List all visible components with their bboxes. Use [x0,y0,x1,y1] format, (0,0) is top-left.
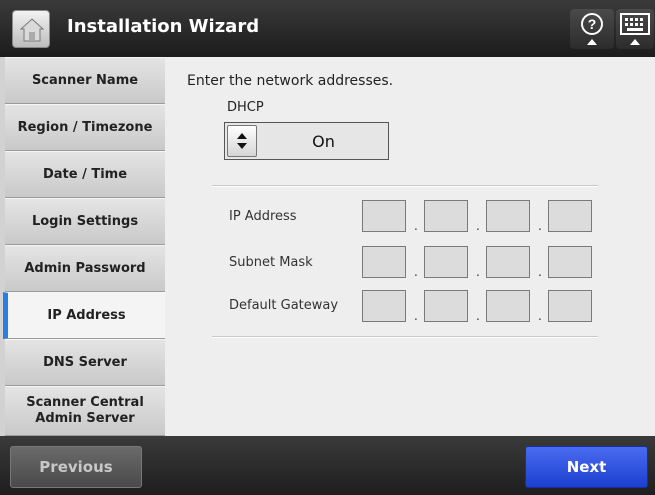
help-icon: ? [581,13,603,45]
divider [212,336,598,338]
keyboard-icon [620,13,650,45]
ip-address-label: IP Address [229,209,297,224]
sidebar-item-label: IP Address [47,307,126,323]
octet-separator: . [476,265,480,279]
page-title: Installation Wizard [67,16,260,37]
home-button[interactable] [12,10,50,48]
up-down-arrows-icon [237,133,247,149]
home-icon [19,18,45,42]
divider [212,185,598,187]
octet-separator: . [414,265,418,279]
keyboard-button[interactable] [616,9,654,49]
default-gateway-octet-3[interactable] [486,290,530,322]
ip-address-octet-1[interactable] [362,200,406,232]
ip-address-octet-4[interactable] [548,200,592,232]
help-button[interactable]: ? [570,9,614,49]
sidebar-item-region-timezone[interactable]: Region / Timezone [5,104,165,151]
sidebar-item-label: Admin Password [24,260,146,276]
dhcp-selector[interactable]: On [224,122,389,160]
octet-separator: . [414,309,418,323]
ip-address-octet-3[interactable] [486,200,530,232]
wizard-steps-sidebar: Scanner Name Region / Timezone Date / Ti… [0,57,165,436]
octet-separator: . [538,309,542,323]
ip-address-octet-2[interactable] [424,200,468,232]
sidebar-item-ip-address[interactable]: IP Address [3,292,165,339]
octet-separator: . [476,309,480,323]
title-bar: Installation Wizard ? [0,0,655,57]
octet-separator: . [476,219,480,233]
sidebar-item-scanner-central-admin-server[interactable]: Scanner Central Admin Server [5,386,165,436]
octet-separator: . [538,265,542,279]
default-gateway-label: Default Gateway [229,298,339,313]
subnet-mask-octet-4[interactable] [548,246,592,278]
sidebar-item-date-time[interactable]: Date / Time [5,151,165,198]
octet-separator: . [538,219,542,233]
default-gateway-octet-1[interactable] [362,290,406,322]
footer-bar: Previous Next [0,436,655,495]
sidebar-item-scanner-name[interactable]: Scanner Name [5,57,165,104]
dhcp-spinner-button[interactable] [227,125,257,157]
sidebar-item-label: Region / Timezone [17,119,153,135]
main-content: Enter the network addresses. DHCP On IP … [165,57,655,436]
sidebar-item-label: Date / Time [42,166,128,182]
sidebar-item-dns-server[interactable]: DNS Server [5,339,165,386]
sidebar-item-admin-password[interactable]: Admin Password [5,245,165,292]
previous-button[interactable]: Previous [10,446,142,488]
subnet-mask-label: Subnet Mask [229,255,313,270]
sidebar-item-login-settings[interactable]: Login Settings [5,198,165,245]
subnet-mask-octet-2[interactable] [424,246,468,278]
next-button[interactable]: Next [525,446,648,488]
sidebar-item-label: Scanner Name [31,72,139,88]
sidebar-item-label: Login Settings [31,213,139,229]
dhcp-label: DHCP [227,100,264,115]
dhcp-value: On [312,132,335,151]
default-gateway-octet-4[interactable] [548,290,592,322]
sidebar-item-label: Scanner Central Admin Server [26,395,144,426]
subnet-mask-octet-3[interactable] [486,246,530,278]
subnet-mask-octet-1[interactable] [362,246,406,278]
octet-separator: . [414,219,418,233]
svg-text:?: ? [588,16,597,32]
instruction-text: Enter the network addresses. [187,73,394,89]
default-gateway-octet-2[interactable] [424,290,468,322]
sidebar-item-label: DNS Server [43,354,127,370]
